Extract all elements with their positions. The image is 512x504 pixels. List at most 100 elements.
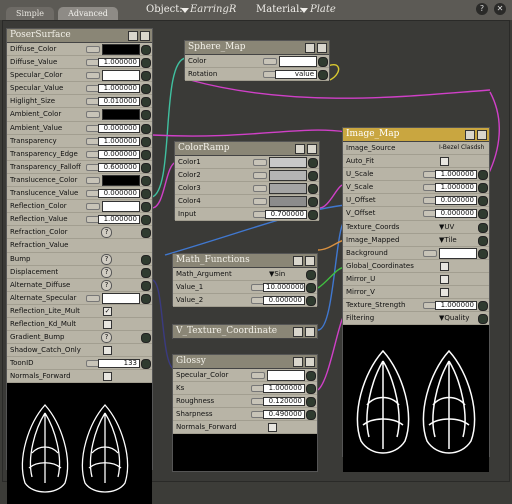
param-value-field[interactable]: 0.120000: [263, 397, 305, 407]
input-plug-icon[interactable]: [306, 384, 316, 395]
param-row-gradient-bump[interactable]: Gradient_Bump?: [7, 331, 152, 345]
param-row-math-argument[interactable]: Math_Argument ▼Sin: [173, 268, 317, 282]
param-row-reflection-kd-mult[interactable]: Reflection_Kd_Mult: [7, 317, 152, 332]
color-swatch[interactable]: [269, 170, 307, 182]
dial-icon[interactable]: [86, 294, 100, 302]
dropdown-select[interactable]: ▼Tile: [439, 234, 457, 246]
dial-icon[interactable]: [253, 185, 267, 193]
help-icon[interactable]: ?: [476, 3, 488, 15]
input-plug-icon[interactable]: [308, 184, 318, 195]
param-row-mirror-v[interactable]: Mirror_V: [343, 286, 489, 300]
input-plug-icon[interactable]: [478, 248, 488, 259]
param-row-transparency-falloff[interactable]: Transparency_Falloff 0.600000: [7, 160, 152, 174]
image-source-field[interactable]: I-Bezel Clasdsh: [439, 142, 484, 154]
input-plug-icon[interactable]: [141, 215, 151, 226]
param-row-value-2[interactable]: Value_2 0.000000: [173, 294, 317, 308]
param-value-field[interactable]: 1.000000: [98, 215, 140, 225]
param-row-texture-strength[interactable]: Texture_Strength 1.000000: [343, 299, 489, 313]
help-icon[interactable]: ?: [101, 266, 112, 278]
poser-surface-title[interactable]: PoserSurface: [7, 29, 152, 43]
dial-icon[interactable]: [253, 198, 267, 206]
param-row-higlight-size[interactable]: Higlight_Size 0.010000: [7, 95, 152, 109]
color-swatch[interactable]: [269, 157, 307, 168]
param-row-color4[interactable]: Color4: [175, 195, 319, 209]
param-row-u-offset[interactable]: U_Offset 0.000000: [343, 194, 489, 208]
input-plug-icon[interactable]: [141, 202, 151, 213]
input-plug-icon[interactable]: [306, 410, 316, 421]
input-plug-icon[interactable]: [141, 149, 151, 160]
input-plug-icon[interactable]: [478, 235, 488, 246]
input-plug-icon[interactable]: [141, 58, 151, 69]
math-functions-title[interactable]: Math_Functions: [173, 254, 317, 268]
help-icon[interactable]: ?: [101, 253, 112, 265]
dial-icon[interactable]: [86, 46, 100, 53]
color-swatch[interactable]: [102, 174, 140, 186]
dial-icon[interactable]: [423, 249, 437, 257]
material-dropdown-icon[interactable]: [300, 8, 308, 13]
checkbox[interactable]: [103, 346, 112, 356]
param-row-rotation[interactable]: Rotation value: [185, 68, 329, 82]
param-value-field[interactable]: 1.000000: [435, 170, 477, 180]
input-plug-icon[interactable]: [141, 97, 151, 108]
poser-surface-node[interactable]: PoserSurface Diffuse_Color Diffuse_Value 1…: [6, 28, 153, 504]
sphere-map-node[interactable]: Sphere_Map Color Rotation value: [184, 40, 330, 82]
material-value[interactable]: Plate: [310, 4, 336, 15]
input-plug-icon[interactable]: [141, 280, 151, 291]
input-plug-icon[interactable]: [141, 123, 151, 134]
input-plug-icon[interactable]: [141, 228, 151, 239]
checkbox[interactable]: [440, 274, 449, 284]
math-functions-node[interactable]: Math_Functions Math_Argument ▼Sin Value_1 1…: [172, 253, 318, 308]
input-plug-icon[interactable]: [478, 314, 488, 325]
color-swatch[interactable]: [102, 109, 140, 121]
param-row-v-offset[interactable]: V_Offset 0.000000: [343, 207, 489, 221]
param-value-field[interactable]: 10.000000: [263, 283, 305, 293]
param-row-transparency[interactable]: Transparency 1.000000: [7, 134, 152, 148]
preview-toggle-icon[interactable]: [305, 256, 315, 266]
input-plug-icon[interactable]: [141, 267, 151, 278]
image-map-node[interactable]: Image_Map Image_Source I-Bezel Clasdsh Aut…: [342, 127, 490, 473]
object-value[interactable]: EarringR: [190, 4, 236, 15]
param-row-displacement[interactable]: Displacement?: [7, 265, 152, 279]
dial-icon[interactable]: [86, 203, 100, 211]
param-row-v-scale[interactable]: V_Scale 1.000000: [343, 181, 489, 195]
param-value-field[interactable]: 0.000000: [98, 189, 140, 199]
sphere-map-title[interactable]: Sphere_Map: [185, 41, 329, 55]
input-plug-icon[interactable]: [141, 136, 151, 147]
color-swatch[interactable]: [102, 292, 140, 304]
dial-icon[interactable]: [253, 159, 267, 166]
param-value-field[interactable]: value: [275, 70, 317, 80]
input-plug-icon[interactable]: [306, 270, 316, 280]
param-row-input[interactable]: Input 0.700000: [175, 208, 319, 222]
dropdown-select[interactable]: ▼UV: [439, 221, 454, 233]
param-value-field[interactable]: 1.000000: [435, 183, 477, 193]
param-value-field[interactable]: 0.000000: [98, 123, 140, 133]
param-row-auto-fit[interactable]: Auto_Fit: [343, 155, 489, 169]
param-value-field[interactable]: 0.000000: [98, 149, 140, 159]
checkbox[interactable]: [440, 261, 449, 271]
param-value-field[interactable]: 0.700000: [265, 210, 307, 220]
param-value-field[interactable]: 0.490000: [263, 410, 305, 420]
input-plug-icon[interactable]: [308, 171, 318, 182]
param-row-global-coordinates[interactable]: Global_Coordinates: [343, 259, 489, 273]
object-dropdown-icon[interactable]: [181, 8, 189, 13]
param-value-field[interactable]: 1.000000: [263, 384, 305, 394]
color-swatch[interactable]: [269, 183, 307, 195]
input-plug-icon[interactable]: [318, 70, 328, 81]
tab-simple[interactable]: Simple: [6, 7, 54, 20]
input-plug-icon[interactable]: [141, 359, 151, 370]
v-texture-coordinate-node[interactable]: V_Texture_Coordinate: [172, 324, 318, 339]
input-plug-icon[interactable]: [478, 183, 488, 194]
dial-icon[interactable]: [263, 58, 277, 65]
param-row-texture-coords[interactable]: Texture_Coords ▼UV: [343, 220, 489, 234]
tab-advanced[interactable]: Advanced: [58, 7, 118, 20]
param-value-field[interactable]: 0.000000: [435, 209, 477, 219]
param-row-image-mapped[interactable]: Image_Mapped ▼Tile: [343, 233, 489, 247]
param-row-reflection-value[interactable]: Reflection_Value 1.000000: [7, 213, 152, 227]
help-icon[interactable]: ?: [101, 227, 112, 239]
param-value-field[interactable]: 133: [98, 359, 140, 369]
param-row-ks[interactable]: Ks 1.000000: [173, 382, 317, 396]
input-plug-icon[interactable]: [141, 110, 151, 121]
param-value-field[interactable]: 0.000000: [435, 196, 477, 206]
collapse-icon[interactable]: [295, 144, 305, 154]
image-map-title[interactable]: Image_Map: [343, 128, 489, 142]
